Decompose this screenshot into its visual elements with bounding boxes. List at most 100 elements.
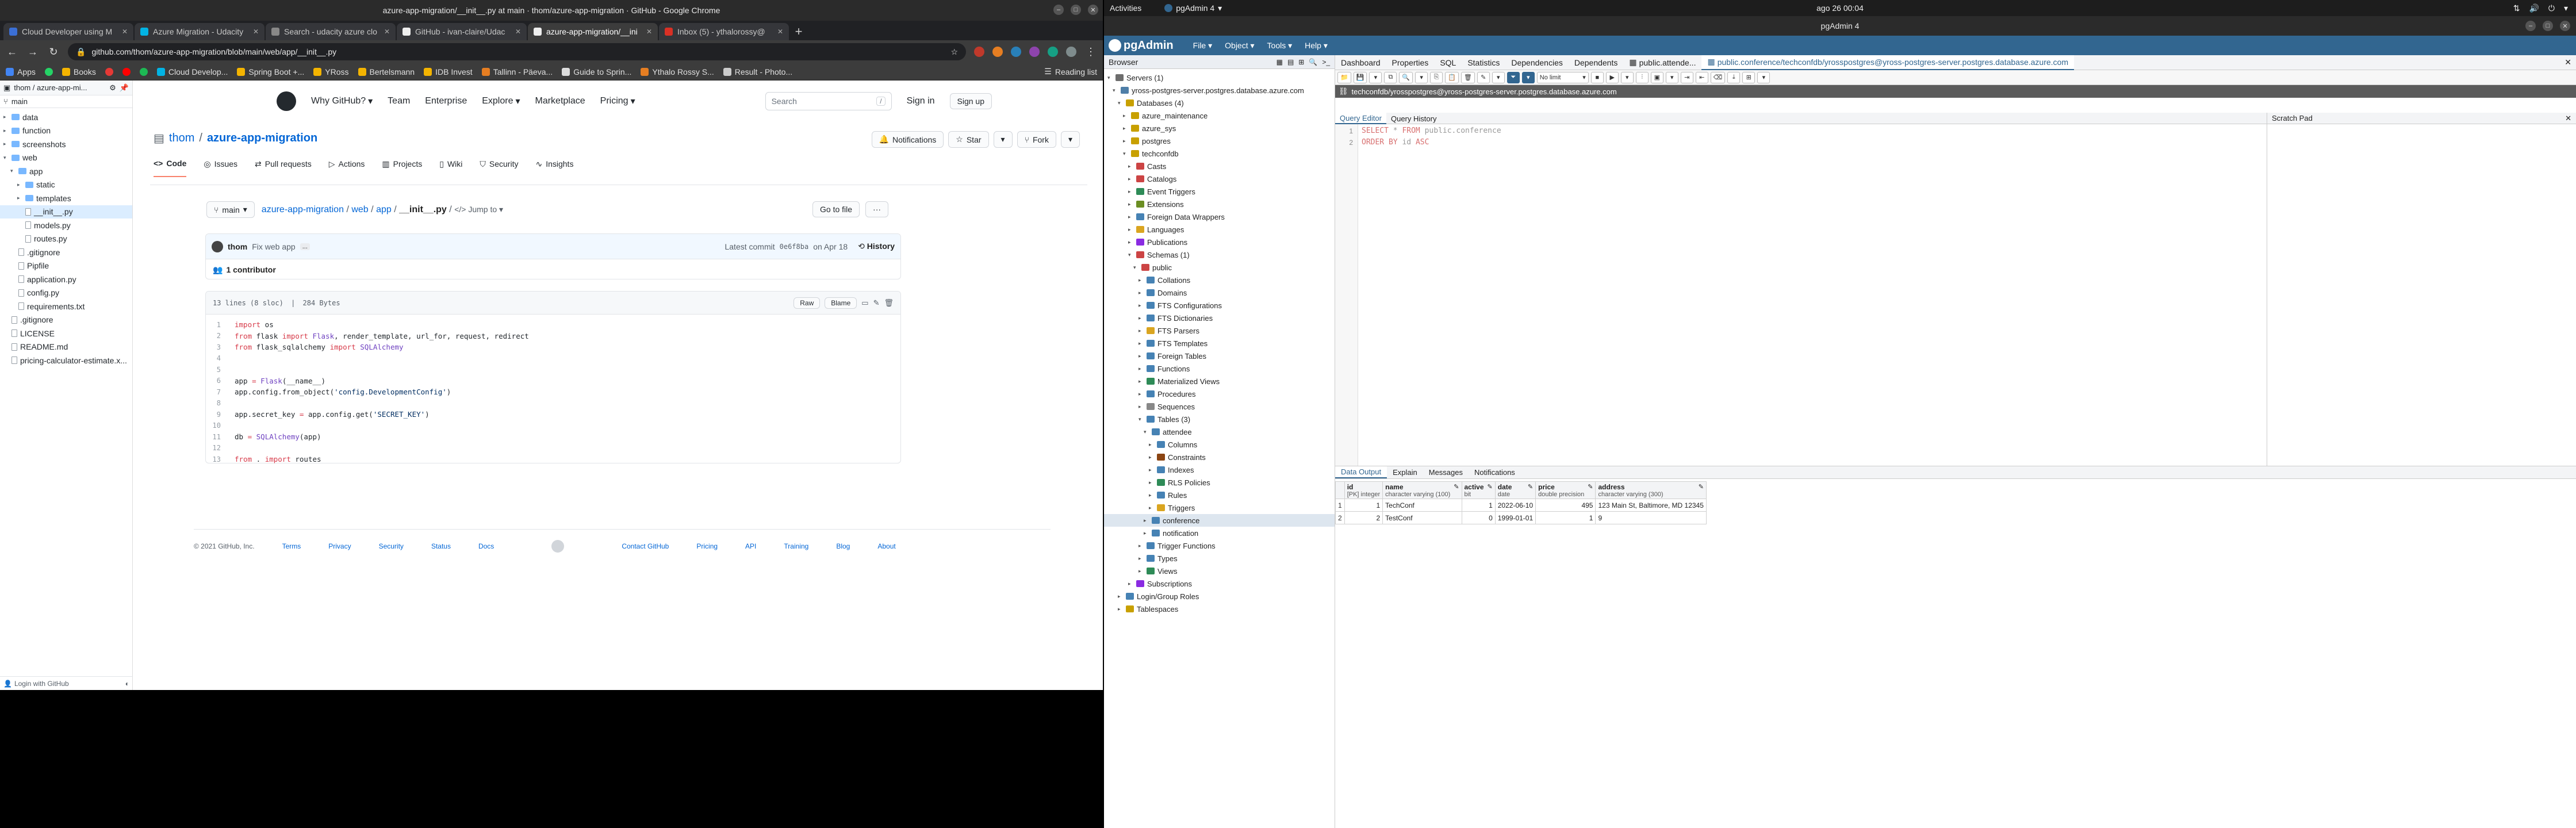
whatsapp-icon[interactable]	[44, 67, 53, 76]
chevron-right-icon[interactable]: ▸	[1138, 328, 1144, 334]
tree-file[interactable]: requirements.txt	[0, 300, 132, 313]
commit-author[interactable]: thom	[228, 242, 247, 251]
close-icon[interactable]: ✕	[2565, 114, 2571, 123]
history-link[interactable]: ⟲ History	[858, 241, 895, 251]
tree-node[interactable]: ▾ Servers (1)	[1104, 71, 1335, 84]
tab-properties[interactable]: Properties	[1386, 55, 1435, 70]
network-icon[interactable]: ⇅	[2513, 3, 2520, 13]
youtube-icon[interactable]	[122, 67, 131, 76]
tree-node[interactable]: ▸ azure_maintenance	[1104, 109, 1335, 122]
search-icon[interactable]: 🔍	[1309, 58, 1317, 66]
chevron-right-icon[interactable]: ▸	[1144, 530, 1149, 536]
star-bookmark-icon[interactable]: ☆	[950, 47, 958, 57]
tab-query-editor[interactable]: Query Editor	[1335, 113, 1386, 124]
line-number[interactable]: 12	[206, 444, 227, 452]
nav-why-github[interactable]: Why GitHub? ▾	[311, 95, 373, 107]
find-dropdown-icon[interactable]: ▾	[1415, 71, 1428, 83]
tree-node[interactable]: ▸ Foreign Tables	[1104, 350, 1335, 362]
tab-dependencies[interactable]: Dependencies	[1505, 55, 1569, 70]
edit-dropdown-icon[interactable]: ▾	[1492, 71, 1505, 83]
login-with-github-link[interactable]: Login with GitHub	[14, 680, 69, 688]
power-icon[interactable]: ⏻	[2548, 3, 2555, 13]
pencil-icon[interactable]: ✎	[1528, 483, 1533, 498]
chevron-right-icon[interactable]: ▸	[1138, 366, 1144, 372]
toggle-icon[interactable]: ◐	[125, 680, 129, 688]
line-number[interactable]: 1	[206, 321, 227, 329]
tree-node[interactable]: ▸ Types	[1104, 552, 1335, 565]
tree-folder[interactable]: ▸ screenshots	[0, 137, 132, 151]
menu-dots-icon[interactable]: ⋮	[1084, 46, 1097, 58]
tab-pull-requests[interactable]: ⇄ Pull requests	[255, 159, 312, 177]
table-row[interactable]: 2 2 TestConf 0 1999-01-01 1 9	[1335, 511, 1707, 524]
octotree-repo-name[interactable]: thom / azure-app-mi...	[14, 83, 106, 92]
scratch-pad-textarea[interactable]	[2267, 124, 2576, 458]
nav-team[interactable]: Team	[388, 96, 410, 106]
breadcrumb-repo[interactable]: azure-app-migration	[262, 205, 344, 214]
table-cell[interactable]: 2022-06-10	[1494, 499, 1536, 512]
bookmark-apps[interactable]: Apps	[6, 67, 36, 76]
chevron-right-icon[interactable]: ▸	[1128, 214, 1133, 220]
reading-list[interactable]: ☰ Reading list	[1044, 67, 1097, 76]
repo-owner-link[interactable]: thom	[169, 132, 194, 145]
line-number[interactable]: 8	[206, 399, 227, 407]
chevron-right-icon[interactable]: ▸	[1128, 201, 1133, 208]
chevron-right-icon[interactable]: ▸	[1138, 378, 1144, 385]
line-number[interactable]: 6	[206, 377, 227, 385]
tab-insights[interactable]: ∿ Insights	[535, 159, 573, 177]
bookmark-icon[interactable]	[105, 67, 113, 76]
chevron-right-icon[interactable]: ▸	[1128, 581, 1133, 587]
footer-link-pricing[interactable]: Pricing	[696, 542, 718, 550]
terminal-icon[interactable]: >_	[1322, 58, 1330, 66]
execute-dropdown-icon[interactable]: ▾	[1620, 71, 1634, 83]
notifications-button[interactable]: 🔔 Notifications	[871, 131, 944, 148]
pencil-icon[interactable]: ✎	[1488, 483, 1493, 498]
trash-icon[interactable]: 🗑	[884, 298, 894, 308]
chevron-right-icon[interactable]: ▸	[1138, 302, 1144, 309]
chevron-right-icon[interactable]: ▸	[1149, 505, 1154, 511]
line-number[interactable]: 3	[206, 343, 227, 351]
tree-folder[interactable]: ▸ data	[0, 110, 132, 124]
tree-node[interactable]: ▸ Trigger Functions	[1104, 539, 1335, 552]
chevron-right-icon[interactable]: ▸	[1128, 239, 1133, 246]
tree-node[interactable]: ▸ Functions	[1104, 362, 1335, 375]
chevron-right-icon[interactable]: ▸	[1118, 606, 1123, 612]
pencil-icon[interactable]: ✎	[1699, 483, 1704, 498]
github-search-input[interactable]: Search /	[765, 92, 892, 110]
footer-link-about[interactable]: About	[877, 542, 895, 550]
commit-expand-button[interactable]: ...	[300, 243, 310, 250]
chevron-right-icon[interactable]: ▸	[1138, 555, 1144, 562]
chevron-right-icon[interactable]: ▸	[1138, 315, 1144, 321]
tree-node[interactable]: ▾ yross-postgres-server.postgres.database…	[1104, 84, 1335, 97]
chevron-down-icon[interactable]: ▾	[1107, 75, 1113, 81]
footer-link-api[interactable]: API	[745, 542, 756, 550]
footer-link-blog[interactable]: Blog	[836, 542, 850, 550]
bookmark-spring-boot[interactable]: Spring Boot +...	[237, 67, 304, 76]
maximize-icon[interactable]: □	[2543, 21, 2553, 31]
table-cell[interactable]: 2	[1344, 511, 1383, 524]
settings-icon[interactable]: ⚙	[109, 83, 116, 93]
filter-dropdown-icon[interactable]: ▾	[1521, 71, 1535, 83]
tree-node[interactable]: ▸ Casts	[1104, 160, 1335, 172]
execute-icon[interactable]: ▶	[1605, 71, 1619, 83]
bookmark-result-photo[interactable]: Result - Photo...	[723, 67, 792, 76]
fork-count-button[interactable]: ▾	[1060, 131, 1080, 148]
download-icon[interactable]: ⤓	[1727, 71, 1741, 83]
bookmark-yross[interactable]: YRoss	[313, 67, 349, 76]
more-options-button[interactable]: ···	[865, 201, 889, 217]
column-header[interactable]: price double precision ✎	[1535, 481, 1596, 499]
tree-file[interactable]: config.py	[0, 286, 132, 300]
chevron-down-icon[interactable]: ▾	[1123, 151, 1128, 157]
open-file-icon[interactable]: 📁	[1337, 71, 1351, 83]
chevron-right-icon[interactable]: ▸	[1138, 353, 1144, 359]
chevron-down-icon[interactable]: ▾	[1133, 264, 1138, 271]
chevron-down-icon[interactable]: ▾	[1118, 100, 1123, 106]
clear-icon[interactable]: ⌫	[1710, 71, 1726, 83]
tab-messages[interactable]: Messages	[1423, 466, 1469, 478]
paste-icon[interactable]: 📋	[1445, 71, 1459, 83]
chevron-right-icon[interactable]: ▸	[1128, 176, 1133, 182]
tree-node[interactable]: ▸ Sequences	[1104, 400, 1335, 413]
sql-editor[interactable]: 1 2 SELECT * FROM public.conference ORDE…	[1335, 124, 2267, 469]
tab-data-output[interactable]: Data Output	[1335, 466, 1387, 478]
explain-analyze-icon[interactable]: ▣	[1650, 71, 1663, 83]
tree-node[interactable]: ▸ FTS Templates	[1104, 337, 1335, 350]
